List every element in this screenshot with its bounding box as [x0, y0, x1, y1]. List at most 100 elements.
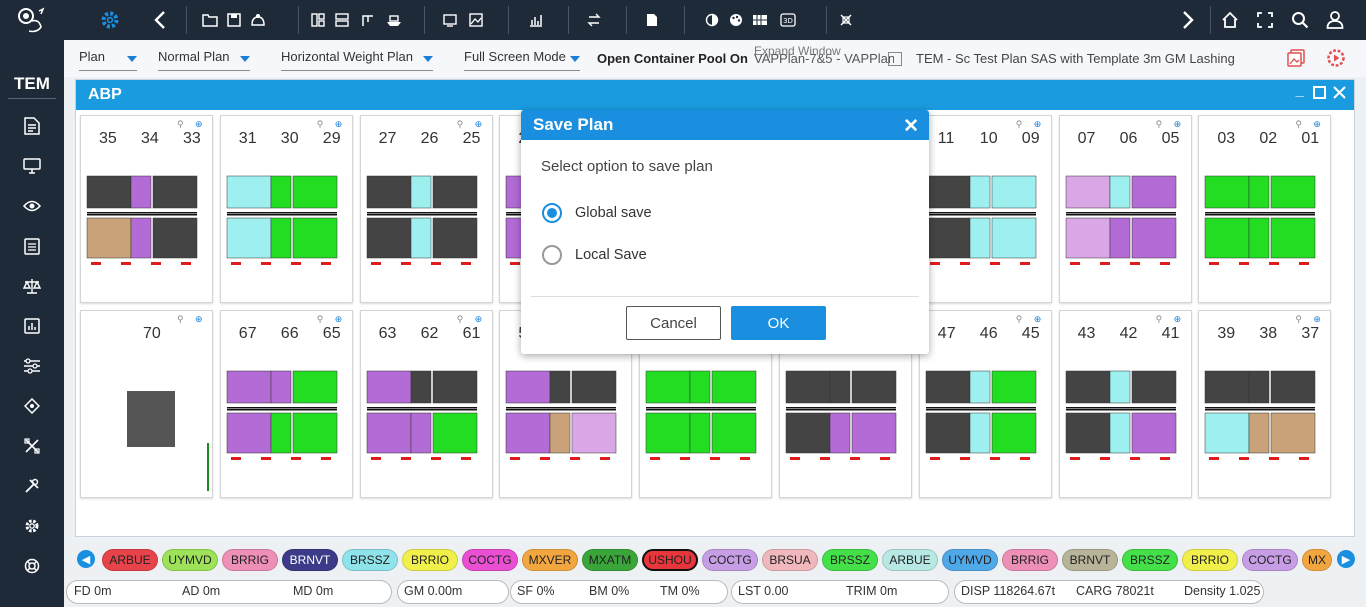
bay-card[interactable]: ⚲ ⊕ 35 34 33 — [80, 115, 213, 303]
zoom-out-icon[interactable]: ⚲ — [457, 119, 464, 130]
back-chevron-icon[interactable] — [146, 6, 174, 34]
zoom-in-icon[interactable]: ⊕ — [1313, 119, 1321, 130]
bay-card[interactable]: ⚲ ⊕ 67 66 65 — [219, 310, 353, 498]
zoom-out-icon[interactable]: ⚲ — [1295, 119, 1302, 130]
layout-rows-icon[interactable] — [328, 6, 356, 34]
legend-port-pill[interactable]: COCTG — [702, 549, 758, 571]
global-save-radio[interactable] — [542, 203, 562, 223]
legend-port-pill[interactable]: COCTG — [462, 549, 518, 571]
zoom-in-icon[interactable]: ⊕ — [1174, 119, 1182, 130]
bay-card[interactable]: ⚲ ⊕ 47 46 45 — [918, 310, 1052, 498]
user-profile-icon[interactable] — [1321, 6, 1349, 34]
legend-port-pill[interactable]: MXATM — [582, 549, 638, 571]
dialog-close-icon[interactable]: ✕ — [903, 115, 919, 138]
legend-port-pill[interactable]: BRRIG — [1002, 549, 1058, 571]
zoom-out-icon[interactable]: ⚲ — [1156, 119, 1163, 130]
lifebuoy-icon[interactable] — [22, 556, 42, 576]
crane-icon[interactable] — [354, 6, 382, 34]
forward-chevron-icon[interactable] — [1174, 6, 1202, 34]
zoom-out-icon[interactable]: ⚲ — [317, 119, 324, 130]
bay-card[interactable]: ⚲ ⊕ 70 — [80, 310, 213, 498]
local-save-option[interactable]: Local Save — [542, 245, 647, 265]
monitor-icon[interactable] — [436, 6, 464, 34]
bay-card[interactable]: ⚲ ⊕ 43 42 41 — [1058, 310, 1192, 498]
zoom-out-icon[interactable]: ⚲ — [1016, 314, 1023, 325]
balance-scale-icon[interactable] — [22, 276, 42, 296]
ship-icon[interactable] — [380, 6, 408, 34]
bay-card[interactable]: ⚲ ⊕ 31 30 29 — [219, 115, 353, 303]
legend-port-pill[interactable]: COCTG — [1242, 549, 1298, 571]
zoom-out-icon[interactable]: ⚲ — [1156, 314, 1163, 325]
weight-plan-dropdown[interactable]: Horizontal Weight Plan — [281, 49, 433, 71]
zoom-out-icon[interactable]: ⚲ — [1295, 314, 1302, 325]
zoom-in-icon[interactable]: ⊕ — [195, 314, 203, 325]
ok-button[interactable]: OK — [731, 306, 826, 340]
zoom-in-icon[interactable]: ⊕ — [475, 314, 483, 325]
legend-port-pill[interactable]: BRRIO — [1182, 549, 1238, 571]
bar-chart-icon[interactable] — [522, 6, 550, 34]
zoom-out-icon[interactable]: ⚲ — [457, 314, 464, 325]
lashing-cross-icon[interactable] — [22, 436, 42, 456]
container-grid-icon[interactable] — [746, 6, 774, 34]
collapse-icon[interactable] — [832, 6, 860, 34]
search-icon[interactable] — [1286, 6, 1314, 34]
zoom-out-icon[interactable]: ⚲ — [317, 314, 324, 325]
zoom-in-icon[interactable]: ⊕ — [1034, 314, 1042, 325]
zoom-in-icon[interactable]: ⊕ — [1174, 314, 1182, 325]
legend-next-icon[interactable]: ▶ — [1337, 550, 1355, 568]
zoom-out-icon[interactable]: ⚲ — [177, 314, 184, 325]
legend-port-pill[interactable]: ARBUE — [102, 549, 158, 571]
zoom-out-icon[interactable]: ⚲ — [1016, 119, 1023, 130]
transfer-icon[interactable] — [580, 6, 608, 34]
legend-prev-icon[interactable]: ◀ — [77, 550, 95, 568]
settings-gear-icon[interactable] — [96, 6, 124, 34]
legend-port-pill[interactable]: BRSUA — [762, 549, 818, 571]
3d-view-icon[interactable]: 3D — [774, 6, 802, 34]
checklist-icon[interactable] — [22, 236, 42, 256]
image-icon[interactable] — [462, 6, 490, 34]
report-chart-icon[interactable] — [22, 316, 42, 336]
zoom-in-icon[interactable]: ⊕ — [1034, 119, 1042, 130]
zoom-in-icon[interactable]: ⊕ — [1313, 314, 1321, 325]
legend-port-pill[interactable]: MX — [1302, 549, 1332, 571]
screen-checkbox[interactable] — [888, 52, 902, 66]
bay-card[interactable]: ⚲ ⊕ 27 26 25 — [359, 115, 493, 303]
bay-card[interactable]: ⚲ ⊕ 07 06 05 — [1058, 115, 1192, 303]
screen-mode-dropdown[interactable]: Full Screen Mode — [464, 49, 580, 71]
legend-port-pill[interactable]: BRSSZ — [1122, 549, 1178, 571]
legend-port-pill[interactable]: UYMVD — [162, 549, 218, 571]
zoom-in-icon[interactable]: ⊕ — [195, 119, 203, 130]
home-icon[interactable] — [1216, 6, 1244, 34]
legend-port-pill[interactable]: BRNVT — [282, 549, 338, 571]
minimize-icon[interactable]: _ — [1296, 82, 1304, 99]
export-image-icon[interactable] — [1282, 44, 1310, 72]
fullscreen-icon[interactable] — [1251, 6, 1279, 34]
legend-port-pill[interactable]: BRSSZ — [342, 549, 398, 571]
bay-card[interactable]: ⚲ ⊕ 11 10 09 — [918, 115, 1052, 303]
sliders-icon[interactable] — [22, 356, 42, 376]
tools-icon[interactable] — [22, 476, 42, 496]
legend-port-pill[interactable]: UYMVD — [942, 549, 998, 571]
monitor-icon[interactable] — [22, 156, 42, 176]
legend-port-pill[interactable]: USHOU — [642, 549, 698, 571]
container-pool-toggle[interactable]: Open Container Pool On — [597, 51, 748, 66]
maximize-icon[interactable] — [1313, 86, 1326, 103]
legend-port-pill[interactable]: BRSSZ — [822, 549, 878, 571]
gear-icon[interactable] — [22, 516, 42, 536]
plan-dropdown[interactable]: Plan — [79, 49, 137, 71]
save-as-icon[interactable] — [244, 6, 272, 34]
close-icon[interactable] — [1333, 86, 1346, 103]
navigation-diamond-icon[interactable] — [22, 396, 42, 416]
zoom-in-icon[interactable]: ⊕ — [475, 119, 483, 130]
zoom-in-icon[interactable]: ⊕ — [335, 119, 343, 130]
cancel-button[interactable]: Cancel — [626, 306, 721, 340]
eye-icon[interactable] — [22, 196, 42, 216]
global-save-option[interactable]: Global save — [542, 203, 652, 223]
bay-card[interactable]: ⚲ ⊕ 39 38 37 — [1198, 310, 1332, 498]
play-settings-icon[interactable] — [1322, 44, 1350, 72]
plan-mode-dropdown[interactable]: Normal Plan — [158, 49, 250, 71]
bay-card[interactable]: ⚲ ⊕ 63 62 61 — [359, 310, 493, 498]
document-icon[interactable] — [638, 6, 666, 34]
zoom-in-icon[interactable]: ⊕ — [335, 314, 343, 325]
legend-port-pill[interactable]: ARBUE — [882, 549, 938, 571]
